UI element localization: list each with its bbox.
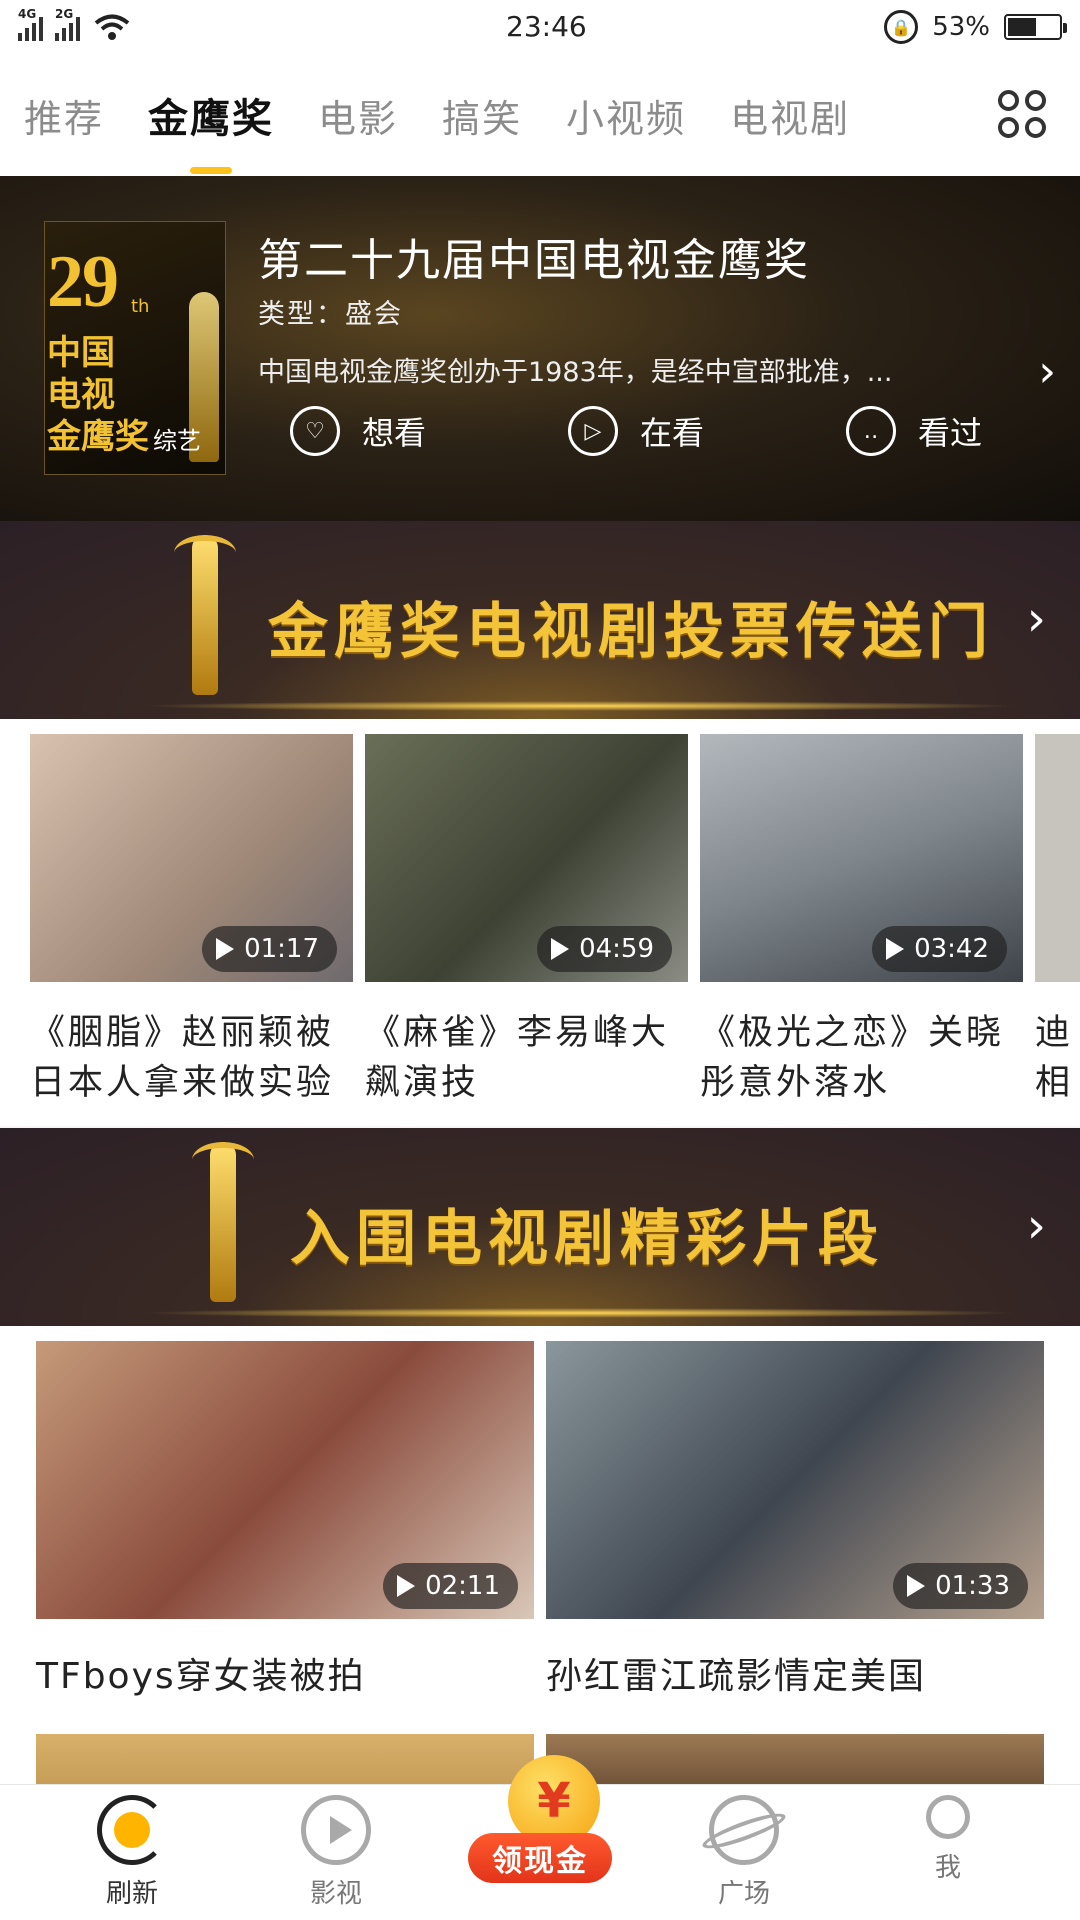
video-thumbnail[interactable]: 02:11 bbox=[36, 1341, 534, 1619]
video-card[interactable]: 04:59 《麻雀》李易峰大飙演技 bbox=[365, 734, 688, 1108]
video-card[interactable]: 01:33 孙红雷江疏影情定美国 bbox=[546, 1341, 1044, 1699]
duration-badge: 01:17 bbox=[202, 926, 337, 972]
tab-short-video[interactable]: 小视频 bbox=[566, 88, 686, 143]
tab-recommend[interactable]: 推荐 bbox=[24, 88, 104, 143]
nav-me-label: 我 bbox=[934, 1853, 961, 1883]
show-title: 第二十九届中国电视金鹰奖 bbox=[258, 235, 810, 286]
play-icon bbox=[216, 938, 235, 960]
chevron-right-icon: › bbox=[1026, 1198, 1046, 1254]
clock: 23:46 bbox=[506, 10, 587, 43]
trophy-icon bbox=[192, 1142, 254, 1302]
play-icon bbox=[551, 938, 570, 960]
duration-badge: 04:59 bbox=[537, 926, 672, 972]
category-tabs: 推荐 金鹰奖 电影 搞笑 小视频 电视剧 bbox=[0, 54, 1080, 176]
show-type: 类型：盛会 bbox=[258, 299, 403, 330]
watched-button[interactable]: ‥ 看过 bbox=[846, 406, 1080, 456]
battery-percent: 53% bbox=[932, 12, 990, 42]
battery-icon bbox=[1004, 14, 1067, 40]
tab-golden-eagle[interactable]: 金鹰奖 bbox=[148, 86, 274, 144]
video-card[interactable]: 03:42 《极光之恋》关晓彤意外落水 bbox=[700, 734, 1023, 1108]
video-row: 01:17 《胭脂》赵丽颖被日本人拿来做实验 04:59 《麻雀》李易峰大飙演技… bbox=[0, 719, 1080, 1126]
show-description: 中国电视金鹰奖创办于1983年，是经中宣部批准，... bbox=[258, 357, 893, 388]
poster-number: 29 bbox=[47, 241, 119, 323]
video-caption[interactable]: 迪相 bbox=[1035, 1008, 1075, 1108]
want-to-watch-button[interactable]: ♡ 想看 bbox=[290, 406, 568, 456]
network-type-2: 2G bbox=[55, 7, 74, 21]
get-cash-button[interactable]: ¥ 领现金 bbox=[468, 1755, 612, 1905]
wifi-icon bbox=[94, 14, 130, 40]
planet-icon bbox=[699, 1795, 789, 1865]
duration-text: 03:42 bbox=[914, 934, 989, 964]
poster-suffix: th bbox=[131, 296, 150, 317]
duration-badge: 01:33 bbox=[893, 1563, 1028, 1609]
video-caption[interactable]: 孙红雷江疏影情定美国 bbox=[546, 1647, 1044, 1699]
tab-funny[interactable]: 搞笑 bbox=[442, 88, 522, 143]
play-circle-icon bbox=[301, 1795, 371, 1865]
refresh-icon bbox=[97, 1795, 167, 1865]
watching-button[interactable]: ▷ 在看 bbox=[568, 406, 846, 456]
play-icon bbox=[907, 1575, 926, 1597]
duration-text: 04:59 bbox=[579, 934, 654, 964]
video-thumbnail[interactable]: 03:42 bbox=[700, 734, 1023, 982]
video-caption[interactable]: TFboys穿女装被拍 bbox=[36, 1647, 534, 1699]
play-icon bbox=[886, 938, 905, 960]
nav-refresh[interactable]: 刷新 bbox=[62, 1795, 202, 1910]
video-thumbnail[interactable]: 04:59 bbox=[365, 734, 688, 982]
network-type-1: 4G bbox=[18, 7, 37, 21]
want-to-watch-label: 想看 bbox=[362, 414, 427, 452]
vote-banner[interactable]: 金鹰奖电视剧投票传送门 › bbox=[0, 521, 1080, 719]
rotation-lock-icon: 🔒 bbox=[884, 10, 919, 44]
duration-badge: 02:11 bbox=[383, 1563, 518, 1609]
clips-banner[interactable]: 入围电视剧精彩片段 › bbox=[0, 1128, 1080, 1326]
video-card[interactable]: 01:17 《胭脂》赵丽颖被日本人拿来做实验 bbox=[30, 734, 353, 1108]
nav-square[interactable]: 广场 bbox=[674, 1795, 814, 1910]
video-caption[interactable]: 《胭脂》赵丽颖被日本人拿来做实验 bbox=[30, 1008, 353, 1108]
chevron-right-icon: › bbox=[1026, 591, 1046, 647]
nav-refresh-label: 刷新 bbox=[105, 1879, 158, 1909]
video-thumbnail[interactable]: 01:33 bbox=[546, 1341, 1044, 1619]
signal-icon: 4G bbox=[18, 7, 43, 41]
play-circle-icon: ▷ bbox=[568, 406, 618, 456]
watched-label: 看过 bbox=[918, 414, 983, 452]
bottom-nav: 刷新 影视 ¥ 领现金 广场 我 bbox=[0, 1755, 1080, 1920]
tab-tv-series[interactable]: 电视剧 bbox=[730, 88, 850, 143]
duration-text: 01:17 bbox=[244, 934, 319, 964]
show-actions: ♡ 想看 ▷ 在看 ‥ 看过 bbox=[290, 406, 1080, 456]
face-icon: ‥ bbox=[846, 406, 896, 456]
heart-smile-icon: ♡ bbox=[290, 406, 340, 456]
nav-me[interactable]: 我 bbox=[878, 1795, 1018, 1884]
video-card[interactable]: 迪相 bbox=[1035, 734, 1080, 1108]
tab-movie[interactable]: 电影 bbox=[318, 88, 398, 143]
watching-label: 在看 bbox=[640, 414, 705, 452]
get-cash-label: 领现金 bbox=[468, 1833, 612, 1883]
nav-video-label: 影视 bbox=[309, 1879, 362, 1909]
poster-title: 中国 电视 金鹰奖 bbox=[47, 333, 149, 457]
vote-banner-text: 金鹰奖电视剧投票传送门 bbox=[268, 597, 994, 667]
play-icon bbox=[397, 1575, 416, 1597]
all-categories-icon[interactable] bbox=[998, 90, 1046, 138]
app-screen: 4G 2G 23:46 🔒 53% 推荐 金鹰奖 电影 搞笑 小视频 电视剧 2… bbox=[0, 0, 1080, 1920]
trophy-icon bbox=[174, 535, 236, 695]
video-thumbnail[interactable]: 01:17 bbox=[30, 734, 353, 982]
duration-text: 02:11 bbox=[425, 1571, 500, 1601]
signal-icon-2: 2G bbox=[55, 7, 80, 41]
duration-text: 01:33 bbox=[935, 1571, 1010, 1601]
video-card[interactable]: 02:11 TFboys穿女装被拍 bbox=[36, 1341, 534, 1699]
video-grid: 02:11 TFboys穿女装被拍 01:33 孙红雷江疏影情定美国 bbox=[0, 1326, 1080, 1794]
show-poster[interactable]: 29 th 中国 电视 金鹰奖 综艺 bbox=[44, 221, 226, 475]
chevron-right-icon[interactable]: › bbox=[1038, 346, 1056, 397]
featured-show-card[interactable]: 29 th 中国 电视 金鹰奖 综艺 第二十九届中国电视金鹰奖 类型：盛会 中国… bbox=[0, 176, 1080, 521]
status-bar: 4G 2G 23:46 🔒 53% bbox=[0, 0, 1080, 54]
nav-square-label: 广场 bbox=[717, 1879, 770, 1909]
signal-area: 4G 2G bbox=[18, 7, 132, 42]
nav-video[interactable]: 影视 bbox=[266, 1795, 406, 1910]
video-caption[interactable]: 《极光之恋》关晓彤意外落水 bbox=[700, 1008, 1023, 1108]
poster-tag: 综艺 bbox=[153, 427, 201, 455]
video-thumbnail[interactable] bbox=[1035, 734, 1080, 982]
duration-badge: 03:42 bbox=[872, 926, 1007, 972]
video-caption[interactable]: 《麻雀》李易峰大飙演技 bbox=[365, 1008, 688, 1108]
clips-banner-text: 入围电视剧精彩片段 bbox=[290, 1204, 884, 1274]
status-right: 🔒 53% bbox=[884, 10, 1067, 44]
user-icon bbox=[926, 1795, 970, 1839]
